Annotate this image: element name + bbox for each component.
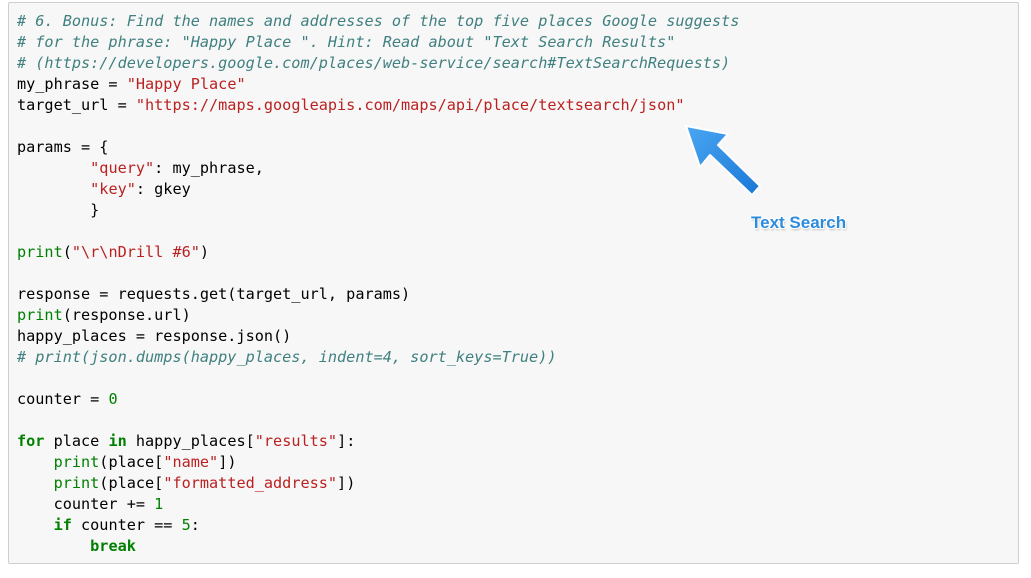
code-token-plain: counter = <box>17 390 109 408</box>
code-token-string: "Happy Place" <box>126 75 246 93</box>
code-token-plain: happy_places = response.json() <box>17 327 292 345</box>
code-line: params = { <box>17 137 739 158</box>
code-token-string: "key" <box>90 180 136 198</box>
code-token-number: 5 <box>181 516 191 534</box>
code-token-plain: } <box>17 201 100 219</box>
code-token-comment: # for the phrase: "Happy Place ". Hint: … <box>17 33 676 51</box>
code-line: happy_places = response.json() <box>17 326 739 347</box>
arrow-icon <box>685 125 761 196</box>
code-line: if counter == 5: <box>17 515 739 536</box>
code-cell[interactable]: # 6. Bonus: Find the names and addresses… <box>8 2 1019 564</box>
code-token-plain: happy_places[ <box>126 432 255 450</box>
code-line: } <box>17 200 739 221</box>
code-token-number: 1 <box>154 495 164 513</box>
code-token-string: "query" <box>90 159 155 177</box>
code-token-comment: # (https://developers.google.com/places/… <box>17 54 731 72</box>
code-line: break <box>17 536 739 557</box>
code-line: print(place["formatted_address"]) <box>17 473 739 494</box>
code-token-plain: response = requests.get(target_url, para… <box>17 285 411 303</box>
code-line: my_phrase = "Happy Place" <box>17 74 739 95</box>
code-token-keyword: for <box>17 432 45 450</box>
code-line: target_url = "https://maps.googleapis.co… <box>17 95 739 116</box>
code-line: "key": gkey <box>17 179 739 200</box>
code-token-plain: counter += <box>17 495 155 513</box>
code-line: # print(json.dumps(happy_places, indent=… <box>17 347 739 368</box>
code-token-plain: : gkey <box>135 180 191 198</box>
code-token-string: "https://maps.googleapis.com/maps/api/pl… <box>135 96 685 114</box>
code-token-string: "\r\nDrill #6" <box>71 243 200 261</box>
code-token-keyword: break <box>90 537 136 555</box>
code-line: counter = 0 <box>17 389 739 410</box>
code-token-string: "results" <box>254 432 338 450</box>
code-token-plain: ( <box>62 243 72 261</box>
code-editor[interactable]: # 6. Bonus: Find the names and addresses… <box>17 11 739 557</box>
code-token-number: 0 <box>108 390 118 408</box>
code-token-plain: ]: <box>337 432 356 450</box>
code-line: # for the phrase: "Happy Place ". Hint: … <box>17 32 739 53</box>
annotation-label: Text Search <box>751 213 847 232</box>
code-token-string: "name" <box>163 453 219 471</box>
code-token-comment: # 6. Bonus: Find the names and addresses… <box>17 12 740 30</box>
code-token-plain: target_url = <box>17 96 136 114</box>
code-token-plain: params = { <box>17 138 109 156</box>
code-token-plain: my_phrase = <box>17 75 127 93</box>
code-token-plain: ) <box>199 243 210 261</box>
code-line: "query": my_phrase, <box>17 158 739 179</box>
code-line: print(response.url) <box>17 305 739 326</box>
code-line: response = requests.get(target_url, para… <box>17 284 739 305</box>
code-token-plain: (place[ <box>99 453 164 471</box>
code-line: # (https://developers.google.com/places/… <box>17 53 739 74</box>
code-token-plain: : <box>190 516 200 534</box>
code-token-plain: ]) <box>337 474 356 492</box>
code-token-plain: ]) <box>218 453 237 471</box>
code-line: # 6. Bonus: Find the names and addresses… <box>17 11 739 32</box>
code-token-builtin: print <box>17 243 63 261</box>
code-token-builtin: print <box>17 306 63 324</box>
code-token-plain: place <box>44 432 109 450</box>
code-token-plain: (response.url) <box>62 306 191 324</box>
code-token-plain: counter == <box>71 516 182 534</box>
code-token-string: "formatted_address" <box>163 474 338 492</box>
code-line: for place in happy_places["results"]: <box>17 431 739 452</box>
code-line: counter += 1 <box>17 494 739 515</box>
code-token-keyword: if <box>53 516 72 534</box>
code-line: print(place["name"]) <box>17 452 739 473</box>
code-line: print("\r\nDrill #6") <box>17 242 739 263</box>
code-token-builtin: print <box>53 474 100 492</box>
code-token-plain: : my_phrase, <box>154 159 264 177</box>
code-token-comment: # print(json.dumps(happy_places, indent=… <box>17 348 557 366</box>
code-token-keyword: in <box>108 432 127 450</box>
code-token-plain: (place[ <box>99 474 164 492</box>
code-token-builtin: print <box>53 453 100 471</box>
